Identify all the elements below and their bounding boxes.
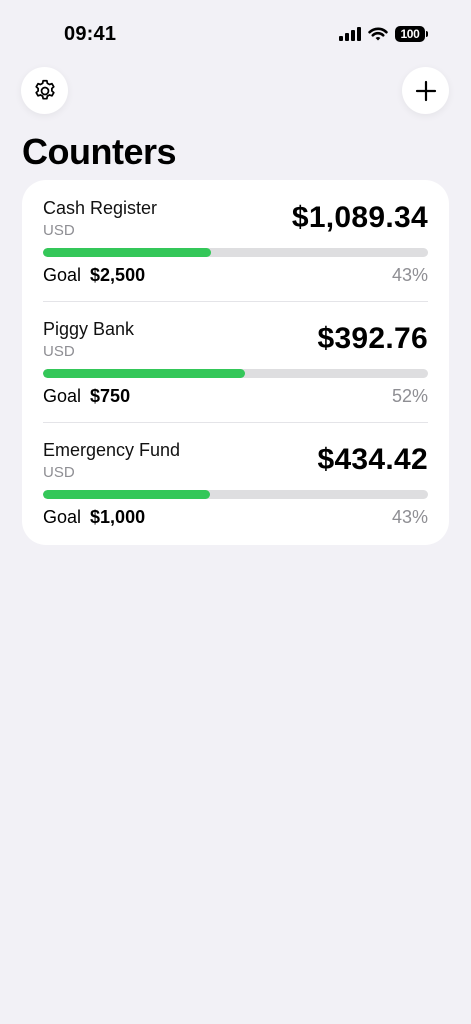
cellular-signal-icon — [339, 27, 361, 41]
counter-amount: $392.76 — [317, 322, 428, 355]
progress-bar-fill — [43, 490, 211, 499]
counter-currency: USD — [43, 464, 75, 481]
goal-percent: 52% — [391, 386, 428, 406]
progress-bar-fill — [43, 369, 245, 378]
goal-line: Goal $1,000 — [43, 507, 145, 528]
page-title: Counters — [22, 131, 177, 172]
counter-name: Emergency Fund — [43, 440, 181, 460]
goal-line: Goal $2,500 — [43, 265, 145, 286]
add-counter-button[interactable] — [402, 67, 449, 114]
battery-level: 100 — [395, 26, 425, 42]
battery-icon: 100 — [395, 26, 428, 42]
status-time: 09:41 — [64, 23, 117, 45]
goal-line: Goal $750 — [43, 386, 130, 407]
counter-currency: USD — [43, 343, 75, 360]
goal-label: Goal — [43, 386, 82, 406]
gear-icon — [34, 79, 55, 100]
counter-row[interactable]: Piggy Bank USD $392.76 Goal $750 52% — [43, 301, 428, 422]
counters-card: Cash Register USD $1,089.34 Goal $2,500 … — [22, 180, 449, 545]
counter-amount: $1,089.34 — [291, 201, 428, 234]
status-icons: 100 — [339, 26, 428, 42]
status-bar: 09:41 100 — [0, 0, 471, 62]
counter-amount: $434.42 — [317, 443, 428, 476]
counter-name: Cash Register — [43, 198, 158, 218]
settings-button[interactable] — [21, 67, 68, 114]
plus-icon — [415, 80, 436, 101]
goal-value: $1,000 — [90, 507, 146, 527]
counter-currency: USD — [43, 222, 75, 239]
wifi-icon — [368, 27, 388, 40]
counter-name: Piggy Bank — [43, 319, 135, 339]
goal-label: Goal — [43, 507, 82, 527]
goal-percent: 43% — [391, 265, 428, 285]
progress-bar — [43, 369, 428, 378]
progress-bar — [43, 248, 428, 257]
progress-bar — [43, 490, 428, 499]
goal-percent: 43% — [391, 507, 428, 527]
progress-bar-fill — [43, 248, 211, 257]
counter-row[interactable]: Cash Register USD $1,089.34 Goal $2,500 … — [43, 180, 428, 301]
counter-row[interactable]: Emergency Fund USD $434.42 Goal $1,000 4… — [43, 422, 428, 543]
goal-label: Goal — [43, 265, 82, 285]
goal-value: $750 — [90, 386, 131, 406]
goal-value: $2,500 — [90, 265, 146, 285]
